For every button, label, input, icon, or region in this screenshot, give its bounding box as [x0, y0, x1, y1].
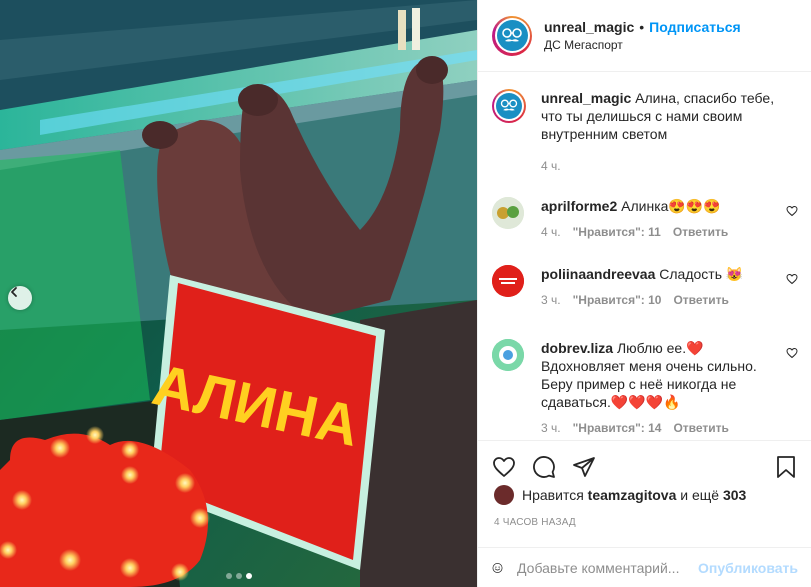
comment-heart-icon[interactable] [786, 347, 798, 359]
comments-list[interactable]: unreal_magic Алина, спасибо тебе, что ты… [478, 73, 811, 439]
caption-avatar[interactable] [492, 89, 526, 123]
carousel-dot [225, 573, 232, 579]
emoji-icon[interactable] [492, 556, 503, 580]
post-actions: Нравится teamzagitova и ещё 303 4 ЧАСОВ … [478, 440, 811, 528]
reply-button[interactable]: Ответить [673, 223, 728, 241]
author-avatar[interactable] [492, 15, 532, 56]
comment-heart-icon[interactable] [786, 273, 798, 285]
post-time-ago[interactable]: 4 ЧАСОВ НАЗАД [478, 517, 811, 528]
avatar-image [492, 197, 524, 229]
comment-username[interactable]: dobrev.liza [541, 340, 613, 356]
avatar-image [492, 339, 524, 371]
follow-button[interactable]: Подписаться [649, 19, 741, 35]
comment-heart-icon[interactable] [786, 205, 798, 217]
likes-count[interactable]: 303 [723, 487, 746, 503]
reply-button[interactable]: Ответить [673, 291, 728, 309]
caption: unreal_magic Алина, спасибо тебе, что ты… [492, 89, 798, 175]
likes-summary: Нравится teamzagitova и ещё 303 [478, 485, 811, 505]
bookmark-icon[interactable] [774, 455, 798, 479]
comment-text: Сладость 😻 [659, 266, 744, 282]
commenter-avatar[interactable] [492, 265, 524, 297]
commenter-avatar[interactable] [492, 197, 524, 229]
comment-text: Алинка😍😍😍 [621, 198, 721, 214]
comment-item: aprilforme2 Алинка😍😍😍 4 ч. "Нравится": 1… [492, 197, 798, 241]
add-comment-bar: Опубликовать [478, 547, 811, 587]
glasses-mustache-icon [500, 99, 518, 111]
glasses-mustache-icon [502, 27, 522, 41]
comment-input[interactable] [517, 559, 699, 576]
comment-item: poliinaandreevaa Сладость 😻 3 ч. "Нравит… [492, 265, 798, 309]
comment-likes[interactable]: "Нравится": 10 [573, 291, 662, 309]
author-username[interactable]: unreal_magic [544, 19, 634, 35]
reply-button[interactable]: Ответить [673, 419, 728, 437]
chevron-left-icon [11, 287, 17, 297]
likes-middle: и ещё [680, 487, 720, 503]
caption-time[interactable]: 4 ч. [541, 157, 561, 175]
comment-likes[interactable]: "Нравится": 14 [573, 419, 662, 437]
comment-time[interactable]: 4 ч. [541, 223, 561, 241]
liker-avatar[interactable] [494, 485, 514, 505]
comment-username[interactable]: aprilforme2 [541, 198, 617, 214]
comment-time[interactable]: 3 ч. [541, 291, 561, 309]
separator-dot: • [639, 19, 645, 35]
carousel-dot-active [245, 573, 252, 579]
photo-image: АЛИНА [0, 0, 477, 587]
comment-icon[interactable] [532, 455, 556, 479]
post-photo[interactable]: АЛИНА [0, 0, 477, 587]
post-location[interactable]: ДС Мегаспорт [544, 38, 741, 52]
liker-username[interactable]: teamzagitova [588, 487, 677, 503]
post-header: unreal_magic • Подписаться ДС Мегаспорт [478, 0, 811, 72]
publish-button[interactable]: Опубликовать [698, 560, 798, 576]
comment-item: dobrev.liza Люблю ее.❤️ Вдохновляет меня… [492, 339, 798, 437]
carousel-dot [235, 573, 242, 579]
carousel-dots [0, 573, 477, 579]
comment-likes[interactable]: "Нравится": 11 [573, 223, 661, 241]
heart-icon[interactable] [492, 455, 516, 479]
comment-time[interactable]: 3 ч. [541, 419, 561, 437]
post-panel: unreal_magic • Подписаться ДС Мегаспорт [477, 0, 811, 587]
share-icon[interactable] [572, 455, 596, 479]
likes-prefix: Нравится [522, 487, 584, 503]
commenter-avatar[interactable] [492, 339, 524, 371]
comment-username[interactable]: poliinaandreevaa [541, 266, 655, 282]
avatar-image [492, 265, 524, 297]
caption-username[interactable]: unreal_magic [541, 90, 631, 106]
carousel-prev-button[interactable] [8, 286, 32, 310]
